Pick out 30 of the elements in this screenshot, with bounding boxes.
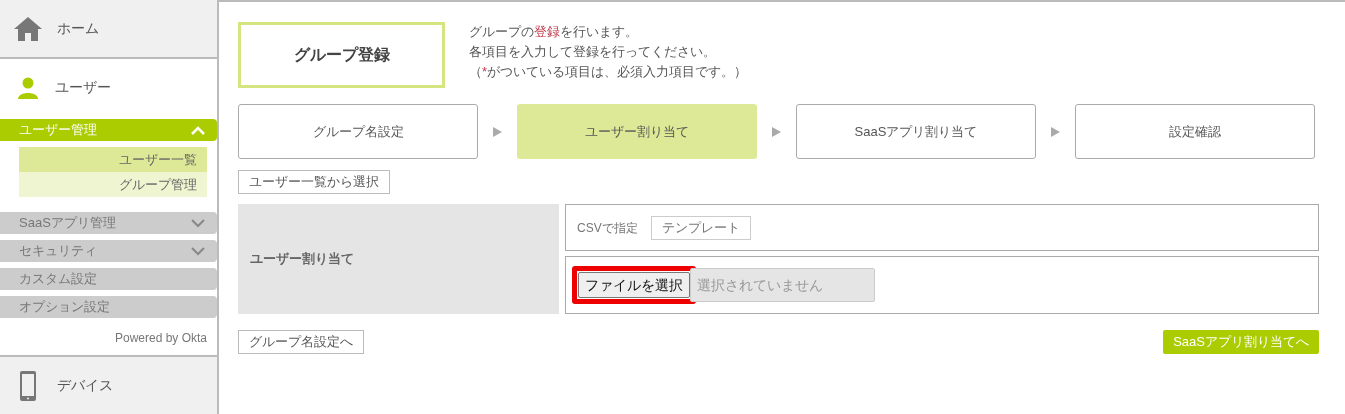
description-text: （*がついている項目は、必須入力項目です。）	[469, 63, 748, 81]
back-button[interactable]: グループ名設定へ	[238, 330, 364, 354]
choose-file-button[interactable]: ファイルを選択	[578, 272, 690, 298]
template-button[interactable]: テンプレート	[650, 215, 751, 240]
phone-icon	[19, 369, 37, 402]
menu-item[interactable]: カスタム設定	[0, 268, 217, 290]
triangle-arrow-icon	[1051, 126, 1060, 137]
person-icon	[17, 76, 39, 99]
file-status-text: 選択されていません	[690, 268, 875, 302]
submenu-item[interactable]: ユーザー一覧	[19, 147, 207, 172]
home-nav-item[interactable]: ホーム	[0, 0, 217, 59]
device-nav-item[interactable]: デバイス	[0, 355, 217, 414]
triangle-arrow-icon	[772, 126, 781, 137]
csv-label: CSVで指定	[577, 219, 638, 237]
triangle-arrow-icon	[493, 126, 502, 137]
chevron-icon	[191, 218, 205, 228]
powered-by-text: Powered by Okta	[113, 330, 208, 347]
menu-item[interactable]: オプション設定	[0, 296, 217, 318]
menu-item[interactable]: SaaSアプリ管理	[0, 212, 217, 234]
page-title: グループ登録	[238, 22, 445, 88]
select-from-list-button[interactable]: ユーザー一覧から選択	[238, 170, 390, 194]
form-label: ユーザー割り当て	[238, 204, 559, 314]
description-text: 各項目を入力して登録を行ってください。	[469, 43, 717, 61]
menu-item[interactable]: セキュリティ	[0, 240, 217, 262]
chevron-icon	[191, 246, 205, 256]
home-icon	[13, 15, 43, 42]
user-nav-item[interactable]: ユーザー	[0, 59, 217, 116]
chevron-icon	[191, 125, 205, 135]
description-text: グループの登録を行います。	[469, 23, 639, 41]
submenu-item[interactable]: グループ管理	[19, 172, 207, 197]
